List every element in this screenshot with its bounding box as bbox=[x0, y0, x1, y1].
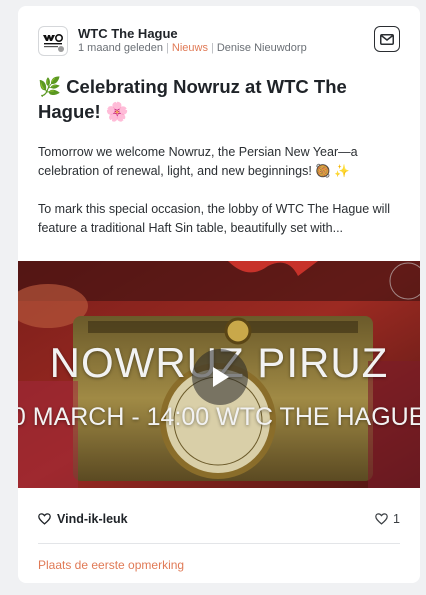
heart-icon bbox=[375, 513, 388, 525]
add-comment-link[interactable]: Plaats de eerste opmerking bbox=[38, 558, 184, 572]
play-icon bbox=[213, 367, 229, 387]
mail-button[interactable] bbox=[374, 26, 400, 52]
divider bbox=[38, 543, 400, 544]
like-count: 1 bbox=[393, 512, 400, 526]
post-body: Tomorrow we welcome Nowruz, the Persian … bbox=[38, 143, 404, 257]
meta-separator: | bbox=[166, 42, 169, 54]
video-subline: 20 MARCH - 14:00 WTC THE HAGUE LOBBY bbox=[18, 403, 420, 431]
post-card: WTC The Hague 1 maand geleden | Nieuws | Den… bbox=[18, 6, 420, 583]
wtc-logo-icon bbox=[40, 28, 66, 54]
mail-icon bbox=[380, 33, 394, 45]
flower-emoji: 🌸 bbox=[105, 101, 129, 122]
post-actions: Vind-ik-leuk 1 bbox=[38, 506, 400, 536]
organization-logo[interactable] bbox=[38, 26, 68, 56]
herb-emoji: 🌿 bbox=[38, 76, 62, 97]
heart-icon bbox=[38, 513, 51, 525]
post-meta: 1 maand geleden | Nieuws | Denise Nieuwdorp bbox=[78, 42, 307, 54]
category-link[interactable]: Nieuws bbox=[172, 42, 208, 54]
play-button[interactable] bbox=[192, 349, 248, 405]
like-button[interactable]: Vind-ik-leuk bbox=[38, 512, 128, 526]
post-title: 🌿 Celebrating Nowruz at WTC The Hague! 🌸 bbox=[38, 74, 398, 124]
poster-name: Denise Nieuwdorp bbox=[216, 42, 307, 54]
post-paragraph: Tomorrow we welcome Nowruz, the Persian … bbox=[38, 145, 358, 178]
video-thumbnail[interactable]: NOWRUZ PIRUZ 20 MARCH - 14:00 WTC THE HA… bbox=[18, 261, 420, 488]
post-paragraph: To mark this special occasion, the lobby… bbox=[38, 202, 391, 235]
author-name[interactable]: WTC The Hague bbox=[78, 26, 178, 41]
like-label: Vind-ik-leuk bbox=[57, 512, 128, 526]
like-counter[interactable]: 1 bbox=[375, 512, 400, 526]
post-title-text: Celebrating Nowruz at WTC The Hague! bbox=[38, 76, 347, 122]
post-time: 1 maand geleden bbox=[78, 42, 164, 54]
post-header: WTC The Hague 1 maand geleden | Nieuws | Den… bbox=[38, 26, 400, 58]
meta-separator: | bbox=[210, 42, 214, 54]
